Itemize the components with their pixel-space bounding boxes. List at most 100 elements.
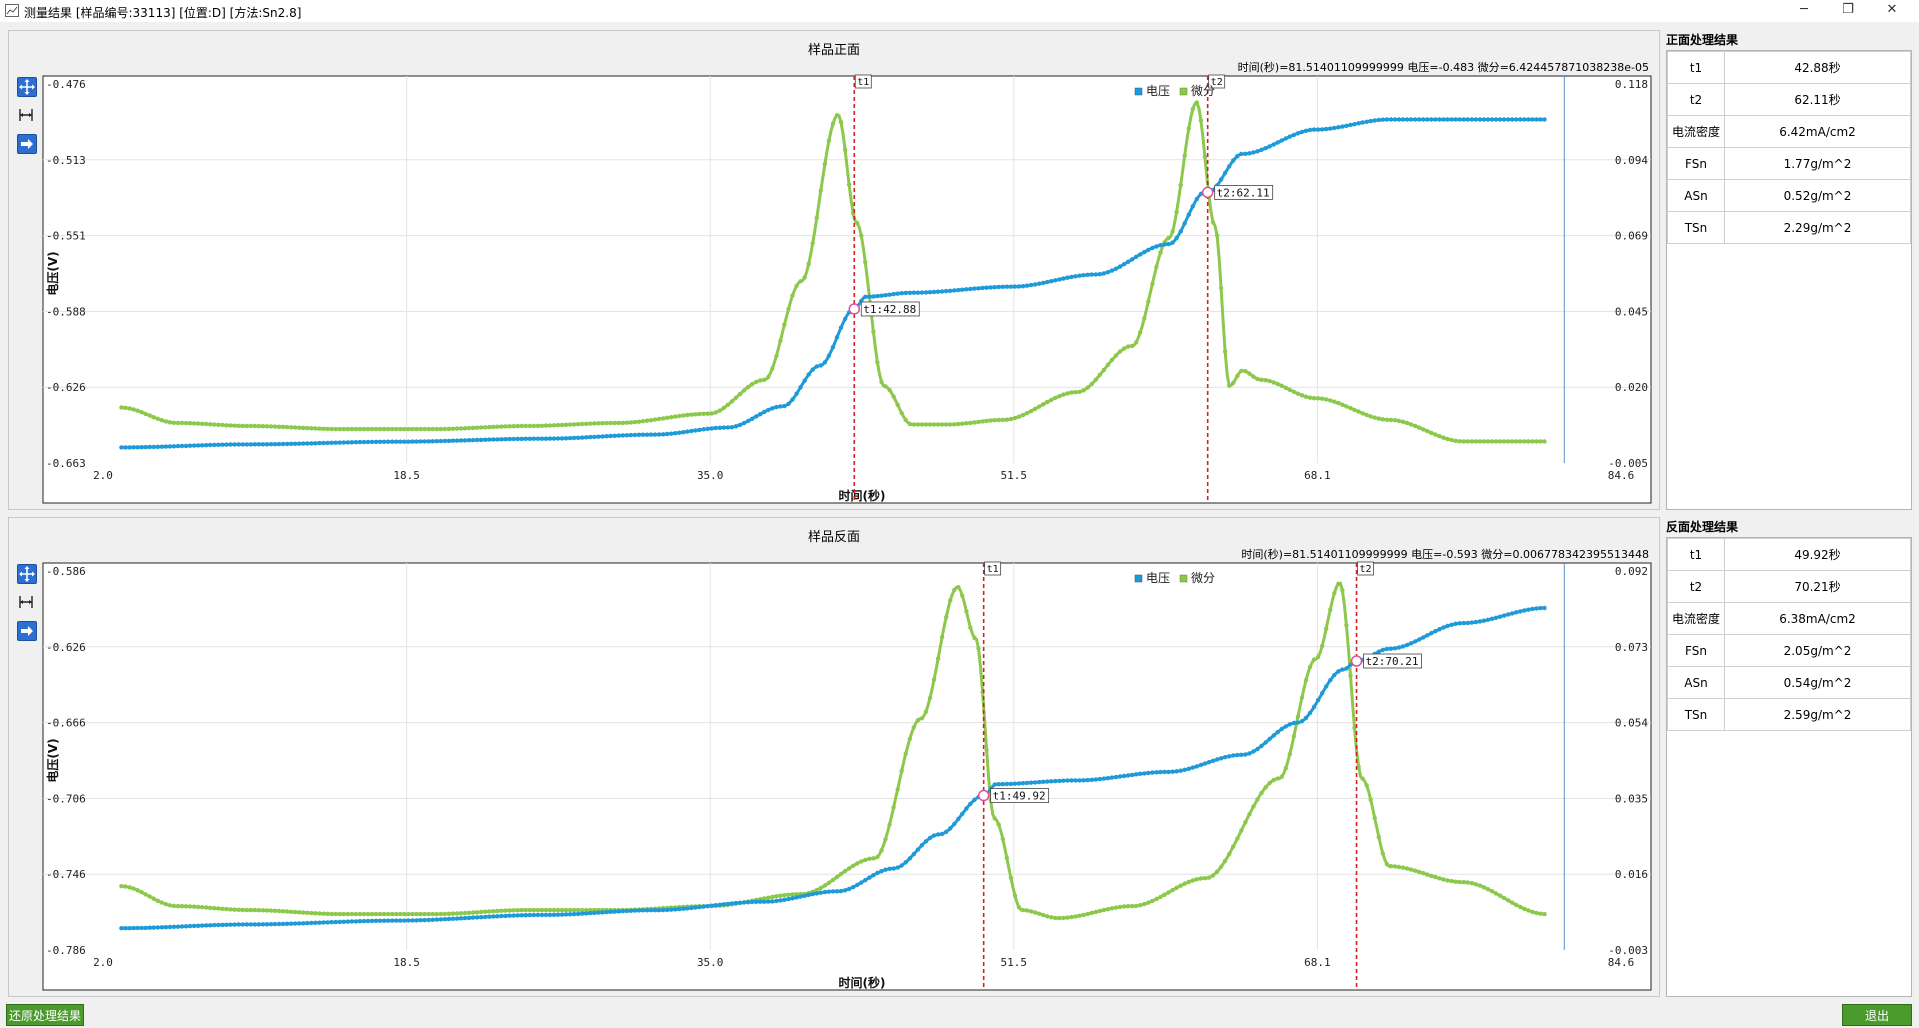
front-chart[interactable]: 2.0 18.5 35.0 51.5 68.1 84.6 -0.476 -0.513 -0.55… [9,31,1659,509]
data-point [1231,753,1236,758]
data-point [406,439,411,444]
data-point [968,286,973,292]
data-point [479,909,484,915]
data-point [155,898,160,903]
restore-button[interactable]: ❐ [1834,2,1862,20]
data-point [1065,778,1070,783]
data-point [733,424,739,429]
marker-label: t1 [857,77,869,88]
data-point [701,904,706,909]
data-point [867,294,872,299]
data-point [1218,285,1224,291]
back-chart[interactable]: 2.0 18.5 35.0 51.5 68.1 84.6 -0.586 -0.626 -0.66… [9,518,1659,996]
minimize-button[interactable]: ─ [1790,2,1818,20]
data-point [644,432,650,437]
data-point [139,410,144,415]
data-point [1275,140,1280,145]
data-point [1073,274,1078,279]
data-point [337,911,342,917]
data-point [830,121,836,126]
y-tick-label-right: -0.005 [1608,457,1648,470]
close-button[interactable]: ✕ [1878,2,1906,20]
data-point [851,863,856,868]
data-point [1198,876,1204,881]
data-point [1311,127,1317,132]
data-point [1150,770,1155,775]
data-point [701,411,706,416]
data-point [317,911,322,916]
data-point [1299,695,1305,700]
data-point [220,906,225,911]
data-point [1526,439,1531,444]
data-point [1041,912,1046,918]
data-point [895,291,900,296]
data-point [357,911,363,917]
data-point [1324,684,1329,689]
data-point [224,922,229,927]
data-point [798,385,803,390]
restore-results-button[interactable]: 还原处理结果 [6,1004,84,1026]
data-point [1307,127,1313,133]
data-point [232,922,237,927]
data-point [588,421,593,426]
data-point [256,908,261,913]
data-point [1198,762,1204,768]
data-point [1041,402,1046,407]
exit-button[interactable]: 退出 [1842,1004,1912,1026]
data-point [1162,892,1167,897]
data-point [774,898,779,904]
data-point [151,444,156,450]
data-point [1049,279,1054,284]
data-point [895,787,900,792]
x-tick-label: 68.1 [1304,469,1331,482]
data-point [1243,820,1248,825]
data-point [762,409,767,415]
data-point [568,912,573,917]
data-point [515,436,520,442]
data-point [479,425,484,430]
data-point [252,423,257,429]
data-point [1222,170,1228,176]
data-point [1202,154,1208,159]
data-point [1008,416,1014,422]
data-point [960,287,965,292]
data-point [709,411,714,416]
data-point [1150,898,1155,904]
data-point [1142,901,1147,907]
legend-label: 微分 [1191,571,1215,585]
data-point [988,418,993,423]
data-point [721,902,726,907]
data-point [1202,761,1208,766]
data-point [826,880,832,885]
data-point [159,900,164,905]
data-point [673,907,678,912]
data-point [717,408,722,413]
data-point [984,747,989,753]
data-point [826,889,832,894]
data-point [434,911,439,917]
data-point [1081,778,1086,783]
data-point [1493,891,1499,896]
data-point [1121,262,1127,267]
data-point [1384,646,1390,652]
data-point [1465,880,1470,885]
data-point [939,289,945,294]
data-point [260,442,266,447]
data-point [762,377,767,382]
data-point [410,426,415,432]
result-value: 62.11秒 [1724,83,1911,116]
data-point [604,909,609,915]
data-point [818,885,823,891]
data-point [442,917,447,922]
data-point [1247,812,1252,817]
data-point [996,822,1001,827]
data-point [1016,414,1022,419]
data-point [183,924,189,929]
data-point [1121,904,1127,909]
data-point [159,925,164,930]
data-point [620,433,625,438]
data-point [992,285,997,290]
data-point [293,909,298,915]
data-point [770,894,775,900]
data-point [1109,268,1115,273]
